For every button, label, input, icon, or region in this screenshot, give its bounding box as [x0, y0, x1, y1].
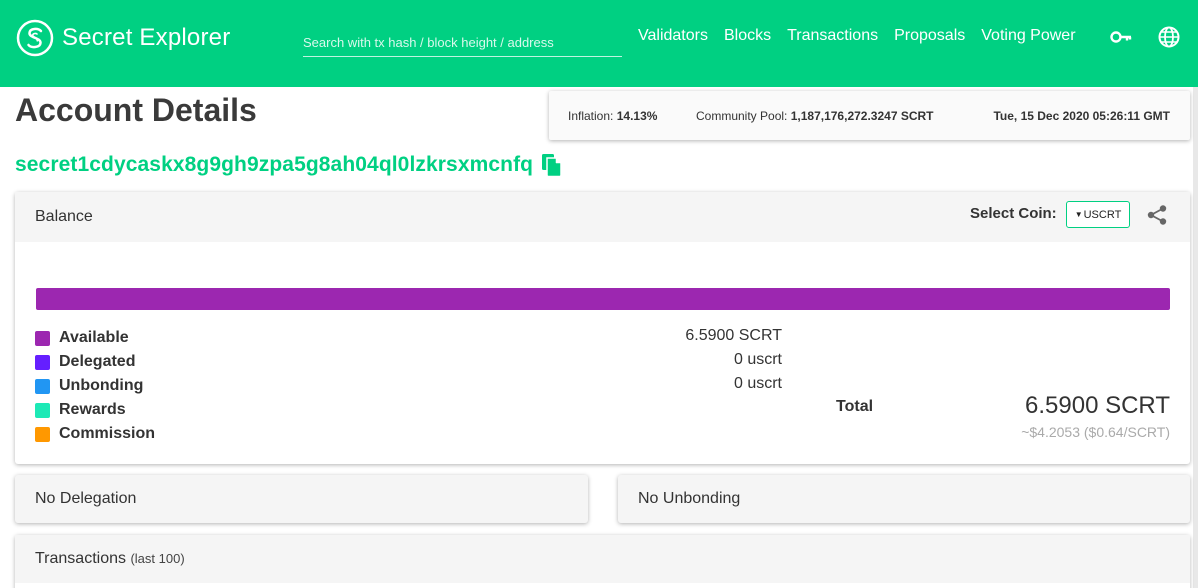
select-coin-label: Select Coin: — [970, 205, 1057, 222]
swatch-delegated — [35, 354, 50, 370]
swatch-rewards — [35, 402, 50, 418]
balance-title: Balance — [35, 208, 93, 225]
balance-card: Balance Select Coin: ▼ USCRT Available De… — [15, 192, 1190, 464]
nav-link-transactions[interactable]: Transactions — [787, 27, 878, 45]
legend-row-unbonding: Unbonding — [35, 374, 155, 398]
transactions-subtitle: (last 100) — [130, 551, 185, 566]
legend-row-rewards: Rewards — [35, 398, 155, 422]
legend-row-commission: Commission — [35, 422, 155, 446]
legend-row-delegated: Delegated — [35, 350, 155, 374]
nav-links: Validators Blocks Transactions Proposals… — [638, 27, 1092, 45]
copy-icon[interactable] — [541, 153, 563, 177]
inflation-label: Inflation: — [568, 109, 614, 123]
balance-legend: Available Delegated Unbonding Rewards Co… — [35, 326, 155, 446]
legend-label-delegated: Delegated — [59, 353, 136, 370]
transactions-title-wrap: Transactions (last 100) — [35, 550, 185, 568]
balance-card-header: Balance Select Coin: ▼ USCRT — [15, 192, 1190, 242]
chain-status-bar: Inflation: 14.13% Community Pool: 1,187,… — [549, 91, 1190, 140]
inflation-stat: Inflation: 14.13% — [568, 109, 657, 123]
amount-delegated: 0 uscrt — [733, 351, 782, 368]
total-value: 6.5900 SCRT — [1025, 392, 1170, 419]
secret-logo-icon — [16, 19, 54, 57]
selected-coin: USCRT — [1083, 208, 1122, 221]
nav-link-validators[interactable]: Validators — [638, 27, 708, 45]
total-label: Total — [836, 398, 874, 415]
account-address: secret1cdycaskx8g9gh9zpa5g8ah04ql0lzkrsx… — [15, 153, 534, 176]
coin-select-dropdown[interactable]: ▼ USCRT — [1066, 201, 1130, 228]
community-pool-value: 1,187,176,272.3247 SCRT — [790, 109, 934, 123]
transactions-card-header: Transactions (last 100) — [15, 535, 1190, 583]
search-box[interactable] — [303, 26, 622, 57]
balance-amounts: 6.5900 SCRT 0 uscrt 0 uscrt — [575, 326, 782, 398]
nav-link-proposals[interactable]: Proposals — [894, 27, 965, 45]
unbonding-card: No Unbonding — [618, 475, 1190, 523]
transactions-title: Transactions — [35, 550, 126, 567]
nav-link-voting-power[interactable]: Voting Power — [981, 27, 1075, 45]
globe-icon[interactable] — [1157, 25, 1181, 49]
nav-link-blocks[interactable]: Blocks — [724, 27, 771, 45]
address-row: secret1cdycaskx8g9gh9zpa5g8ah04ql0lzkrsx… — [15, 153, 563, 177]
legend-label-commission: Commission — [59, 425, 156, 442]
community-pool-label: Community Pool: — [696, 109, 788, 123]
unbonding-title: No Unbonding — [638, 490, 741, 507]
legend-label-unbonding: Unbonding — [59, 377, 144, 394]
share-icon[interactable] — [1146, 204, 1168, 226]
swatch-commission — [35, 426, 50, 442]
swatch-available — [35, 330, 50, 346]
legend-label-rewards: Rewards — [59, 401, 126, 418]
chain-time-value: Tue, 15 Dec 2020 05:26:11 GMT — [993, 109, 1170, 123]
brand-name[interactable]: Secret Explorer — [62, 24, 230, 52]
total-fiat-value: ~$4.2053 ($0.64/SCRT) — [1021, 424, 1170, 440]
legend-row-available: Available — [35, 326, 155, 350]
amount-unbonding: 0 uscrt — [733, 375, 782, 392]
delegation-title: No Delegation — [35, 490, 137, 507]
brand-link[interactable]: Secret Explorer — [16, 19, 230, 57]
swatch-unbonding — [35, 378, 50, 394]
search-input[interactable] — [303, 26, 622, 54]
key-icon[interactable] — [1109, 25, 1133, 49]
delegation-card: No Delegation — [15, 475, 588, 523]
caret-down-icon: ▼ — [1074, 210, 1083, 219]
legend-label-available: Available — [59, 329, 129, 346]
page-scrollbar[interactable] — [1193, 87, 1198, 588]
community-pool-stat: Community Pool: 1,187,176,272.3247 SCRT — [696, 109, 934, 123]
top-navbar: Secret Explorer Validators Blocks Transa… — [0, 0, 1198, 87]
amount-available: 6.5900 SCRT — [685, 327, 782, 344]
balance-distribution-bar — [36, 288, 1170, 310]
page-title: Account Details — [15, 92, 257, 128]
transactions-card: Transactions (last 100) — [15, 535, 1190, 588]
chain-time: Tue, 15 Dec 2020 05:26:11 GMT — [993, 109, 1170, 123]
inflation-value: 14.13% — [616, 109, 658, 123]
